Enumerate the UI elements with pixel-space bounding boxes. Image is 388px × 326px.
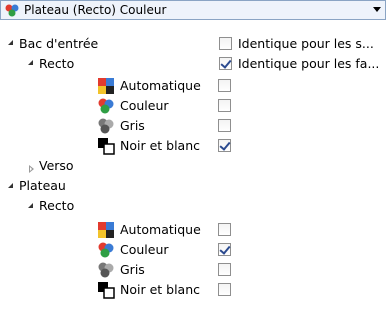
auto-mode-icon xyxy=(98,78,114,94)
color-icon xyxy=(98,242,114,258)
expanded-triangle-icon xyxy=(28,60,33,65)
expanded-triangle-icon xyxy=(28,203,33,208)
tree-item-plateau-recto[interactable]: Recto xyxy=(39,198,74,213)
option-auto-bac[interactable]: Automatique xyxy=(120,78,201,93)
same-side-checkbox-bac[interactable] xyxy=(219,37,232,50)
expanded-triangle-icon xyxy=(8,183,13,188)
gris-checkbox-plateau[interactable] xyxy=(218,263,231,276)
option-couleur-bac[interactable]: Couleur xyxy=(120,98,169,113)
same-side-label-bac: Identique pour les s... xyxy=(238,36,374,51)
collapse-toggle-verso[interactable] xyxy=(29,165,37,173)
same-face-label-bac: Identique pour les fa... xyxy=(238,56,380,71)
expand-toggle-bac-recto[interactable] xyxy=(28,60,36,68)
grayscale-icon xyxy=(98,118,114,134)
collapsed-triangle-icon xyxy=(29,165,34,173)
grayscale-icon xyxy=(98,262,114,278)
color-mode-icon xyxy=(5,4,19,17)
mode-dropdown-label: Plateau (Recto) Couleur xyxy=(24,3,167,17)
auto-checkbox-bac[interactable] xyxy=(218,79,231,92)
option-nb-bac[interactable]: Noir et blanc xyxy=(120,138,200,153)
color-icon xyxy=(98,98,114,114)
black-white-icon xyxy=(98,282,115,299)
expand-toggle-bac[interactable] xyxy=(8,40,16,48)
tree-item-verso[interactable]: Verso xyxy=(39,158,74,173)
option-auto-plateau[interactable]: Automatique xyxy=(120,222,201,237)
auto-mode-icon xyxy=(98,222,114,238)
nb-checkbox-plateau[interactable] xyxy=(218,283,231,296)
expanded-triangle-icon xyxy=(8,40,13,45)
tree-item-plateau[interactable]: Plateau xyxy=(19,178,66,193)
option-gris-plateau[interactable]: Gris xyxy=(120,262,145,277)
tree-item-bac-recto[interactable]: Recto xyxy=(39,56,74,71)
couleur-checkbox-bac[interactable] xyxy=(218,99,231,112)
expand-toggle-plateau-recto[interactable] xyxy=(28,203,36,211)
expand-toggle-plateau[interactable] xyxy=(8,183,16,191)
black-white-icon xyxy=(98,138,115,155)
option-couleur-plateau[interactable]: Couleur xyxy=(120,242,169,257)
tree-item-bac[interactable]: Bac d'entrée xyxy=(19,36,98,51)
option-gris-bac[interactable]: Gris xyxy=(120,118,145,133)
nb-checkbox-bac[interactable] xyxy=(218,139,231,152)
couleur-checkbox-plateau[interactable] xyxy=(218,243,231,256)
gris-checkbox-bac[interactable] xyxy=(218,119,231,132)
mode-dropdown[interactable]: Plateau (Recto) Couleur xyxy=(0,0,386,20)
auto-checkbox-plateau[interactable] xyxy=(218,223,231,236)
option-nb-plateau[interactable]: Noir et blanc xyxy=(120,282,200,297)
same-face-checkbox-bac[interactable] xyxy=(219,57,232,70)
chevron-down-icon xyxy=(373,7,381,12)
